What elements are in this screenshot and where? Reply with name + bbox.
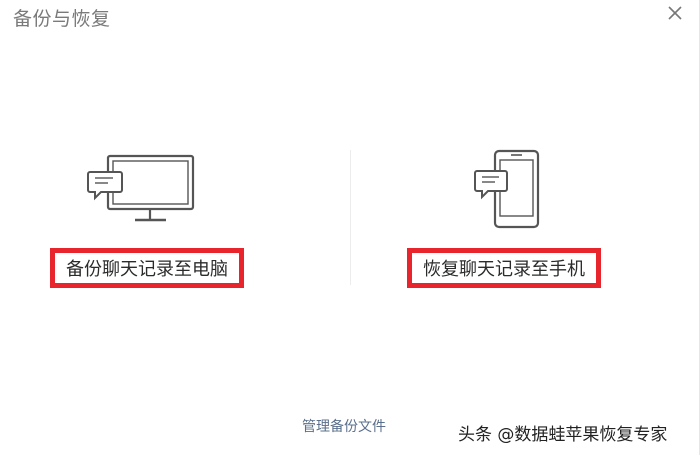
title-bar: 备份与恢复 [0,0,700,36]
phone-chat-icon [445,145,565,234]
close-button[interactable] [664,2,686,24]
close-icon [668,6,682,20]
backup-to-pc-label[interactable]: 备份聊天记录至电脑 [50,248,244,288]
monitor-chat-icon [80,145,200,231]
watermark: 头条 @数据蛙苹果恢复专家 [458,425,668,445]
window-title: 备份与恢复 [13,8,111,30]
restore-to-phone-label[interactable]: 恢复聊天记录至手机 [407,248,601,288]
backup-restore-window: 备份与恢复 备份聊天记录至电脑 恢复聊天记录至手机 管理备份文件 头条 @数据蛙… [0,0,700,455]
divider [350,150,351,285]
backup-to-pc-option[interactable]: 备份聊天记录至电脑 [30,145,250,305]
manage-backup-files-link[interactable]: 管理备份文件 [302,416,386,436]
restore-to-phone-option[interactable]: 恢复聊天记录至手机 [395,145,615,305]
